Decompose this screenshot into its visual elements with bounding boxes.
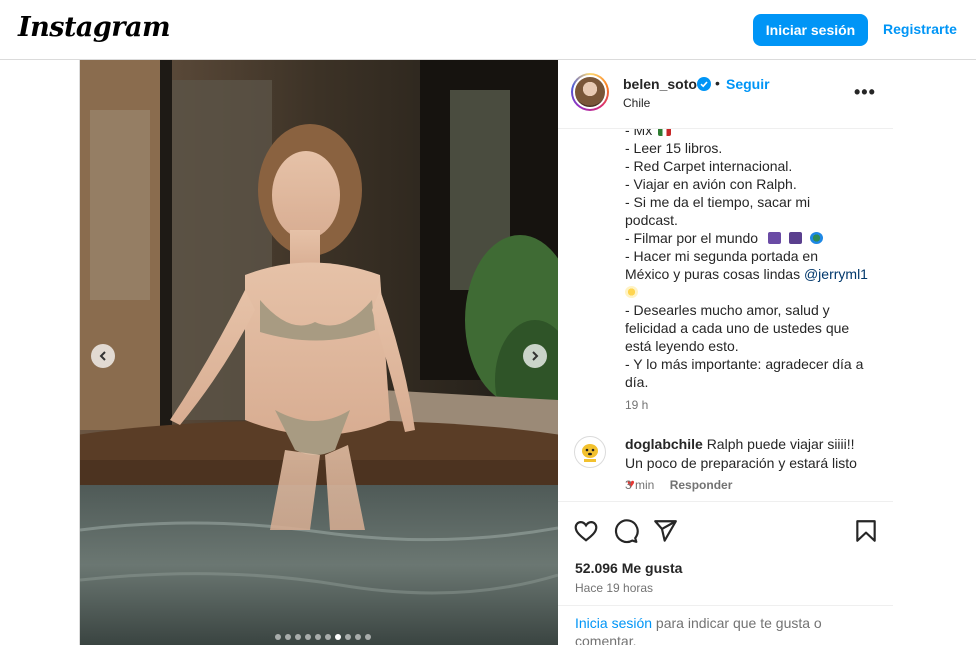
author-username[interactable]: belen_soto bbox=[623, 76, 697, 92]
carousel-indicator bbox=[275, 634, 371, 640]
bookmark-icon[interactable] bbox=[853, 518, 879, 544]
carousel-dot bbox=[315, 634, 321, 640]
caption-line: podcast. bbox=[625, 212, 678, 228]
comment-time[interactable]: 3 min bbox=[625, 478, 654, 492]
separator-dot: • bbox=[715, 75, 720, 91]
login-button[interactable]: Iniciar sesión bbox=[753, 14, 868, 46]
post-caption: - Mx - Leer 15 libros. - Red Carpet inte… bbox=[625, 129, 875, 391]
instagram-logo[interactable]: Instagram bbox=[18, 12, 171, 43]
carousel-dot bbox=[285, 634, 291, 640]
commenter-avatar[interactable] bbox=[574, 436, 606, 468]
caption-line: está leyendo esto. bbox=[625, 338, 739, 354]
caption-line: felicidad a cada uno de ustedes que bbox=[625, 320, 850, 336]
post-header: belen_soto • Seguir Chile ••• bbox=[558, 60, 893, 129]
post-timestamp[interactable]: Hace 19 horas bbox=[575, 581, 653, 595]
carousel-dot bbox=[355, 634, 361, 640]
carousel-dot bbox=[305, 634, 311, 640]
share-icon[interactable] bbox=[652, 518, 678, 544]
author-avatar[interactable] bbox=[571, 73, 609, 111]
post-actions: 52.096 Me gusta Hace 19 horas bbox=[558, 501, 893, 605]
comment-icon[interactable] bbox=[613, 518, 639, 544]
caption-line: - Leer 15 libros. bbox=[625, 140, 723, 156]
caption-line: - Mx bbox=[625, 129, 653, 138]
post-location[interactable]: Chile bbox=[623, 96, 650, 110]
caption-line: - Filmar por el mundo bbox=[625, 230, 759, 246]
caption-line: - Red Carpet internacional. bbox=[625, 158, 793, 174]
follow-button[interactable]: Seguir bbox=[726, 76, 770, 92]
heart-icon[interactable] bbox=[573, 518, 599, 544]
carousel-dot bbox=[345, 634, 351, 640]
caption-timestamp[interactable]: 19 h bbox=[625, 398, 648, 412]
previous-photo-button[interactable] bbox=[91, 344, 115, 368]
login-prompt: Inicia sesión para indicar que te gusta … bbox=[558, 605, 893, 645]
carousel-dot bbox=[365, 634, 371, 640]
comments-section[interactable]: - Mx - Leer 15 libros. - Red Carpet inte… bbox=[558, 129, 893, 501]
post-side-panel: belen_soto • Seguir Chile ••• - Mx - Lee… bbox=[558, 60, 893, 645]
post-photo bbox=[80, 60, 558, 645]
caption-line: - Hacer mi segunda portada en bbox=[625, 248, 818, 264]
reply-button[interactable]: Responder bbox=[670, 478, 733, 492]
chevron-left-icon bbox=[99, 351, 106, 361]
register-link[interactable]: Registrarte bbox=[883, 21, 957, 37]
dog-logo-icon bbox=[582, 444, 598, 462]
dizzy-emoji-icon bbox=[625, 286, 638, 298]
flag-emoji-icon bbox=[658, 129, 672, 136]
caption-line: - Desearles mucho amor, salud y bbox=[625, 302, 830, 318]
commenter-username[interactable]: doglabchile bbox=[625, 436, 703, 452]
caption-line: - Si me da el tiempo, sacar mi bbox=[625, 194, 811, 210]
verified-icon bbox=[697, 77, 711, 91]
top-bar: Instagram Iniciar sesión Registrarte bbox=[0, 0, 976, 60]
camera-emoji-icon bbox=[788, 232, 802, 244]
post: belen_soto • Seguir Chile ••• - Mx - Lee… bbox=[79, 60, 893, 645]
mention-link[interactable]: @jerryml1 bbox=[804, 266, 868, 282]
chevron-right-icon bbox=[532, 351, 539, 361]
carousel-dot bbox=[295, 634, 301, 640]
globe-emoji-icon bbox=[809, 232, 823, 244]
carousel-dot bbox=[275, 634, 281, 640]
login-link[interactable]: Inicia sesión bbox=[575, 615, 652, 631]
caption-line: día. bbox=[625, 374, 649, 390]
more-options-icon[interactable]: ••• bbox=[854, 82, 876, 103]
comment-meta: 3 min Responder bbox=[625, 478, 732, 492]
carousel-dot bbox=[335, 634, 341, 640]
caption-line: - Y lo más importante: agradecer día a bbox=[625, 356, 864, 372]
clapper-emoji-icon bbox=[767, 232, 781, 244]
post-media[interactable] bbox=[80, 60, 558, 645]
caption-line: - Viajar en avión con Ralph. bbox=[625, 176, 797, 192]
likes-count[interactable]: 52.096 Me gusta bbox=[575, 560, 682, 576]
next-photo-button[interactable] bbox=[523, 344, 547, 368]
caption-line: México y puras cosas lindas bbox=[625, 266, 801, 282]
carousel-dot bbox=[325, 634, 331, 640]
